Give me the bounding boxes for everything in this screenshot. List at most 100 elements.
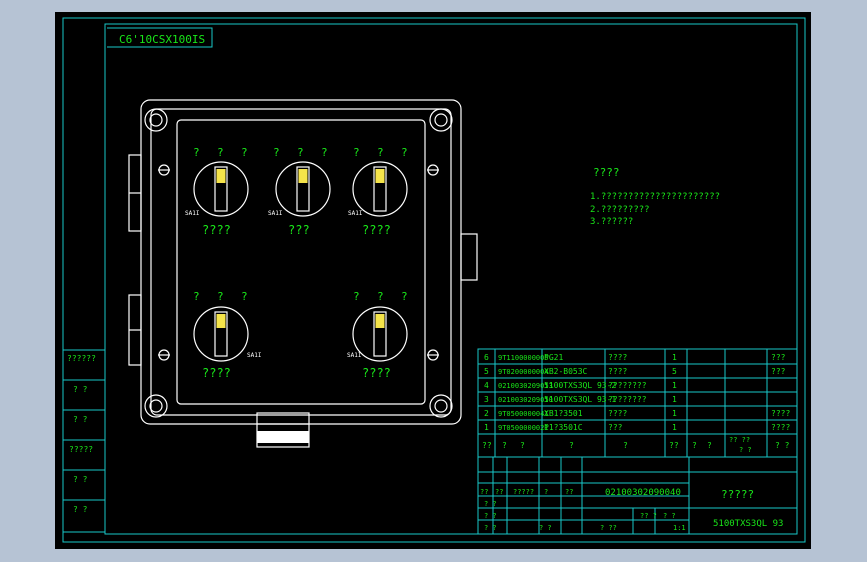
switch-label: ???? <box>362 366 391 380</box>
position-mark: ? <box>217 146 224 159</box>
bom-header-cell: ? <box>623 441 628 450</box>
notes-title: ???? <box>593 166 620 179</box>
bom-cell-note: ??? <box>771 353 786 362</box>
position-mark: ? <box>353 290 360 303</box>
bom-cell-name: ???????? <box>608 381 647 390</box>
position-mark: ? <box>241 290 248 303</box>
scale-cell: ? ? <box>663 512 676 520</box>
position-mark: ? <box>273 146 280 159</box>
position-mark: ? <box>217 290 224 303</box>
bom-cell-model: XB1?3501 <box>544 409 583 418</box>
bom-cell-no: 4 <box>484 381 489 390</box>
bom-cell-name: ??? <box>608 423 623 432</box>
bom-header-cell: ?? ?? <box>729 436 750 444</box>
bom-cell-qty: 5 <box>672 367 677 376</box>
bom-header-cell: ? ? <box>739 446 752 454</box>
sign-cell: ? ? <box>484 500 497 508</box>
bom-header-cell: ?? <box>482 441 492 450</box>
scale-cell: ?? ? <box>640 512 657 520</box>
switch-label: ???? <box>362 223 391 237</box>
bom-cell-qty: 1 <box>672 381 677 390</box>
rotary-switch <box>352 161 408 217</box>
position-mark: ? <box>401 146 408 159</box>
bom-header-cell: ? <box>707 441 712 450</box>
scale-cell: 1:1 <box>673 524 686 532</box>
left-strip-cell: ?????? <box>67 354 96 363</box>
bom-header-cell: ?? <box>669 441 679 450</box>
position-mark: ? <box>321 146 328 159</box>
switch-label: ??? <box>288 223 310 237</box>
bom-cell-code: 9T0200000004 <box>498 368 549 376</box>
rotary-switch <box>193 306 249 362</box>
drawing-number: 02100302090040 <box>605 488 681 498</box>
bom-cell-name: ???????? <box>608 395 647 404</box>
bom-cell-no: 1 <box>484 423 489 432</box>
sign-cell: ? ? <box>539 524 552 532</box>
sign-cell: ? ? <box>484 512 497 520</box>
bom-cell-model: PG21 <box>544 353 563 362</box>
bom-header-cell: ? <box>502 441 507 450</box>
scale-cell: ? ?? <box>600 524 617 532</box>
position-mark: ? <box>297 146 304 159</box>
bom-cell-no: 6 <box>484 353 489 362</box>
bom-cell-name: ???? <box>608 367 627 376</box>
rotary-switch <box>275 161 331 217</box>
bom-cell-model: 5100TXS3QL 93-2 <box>544 381 616 390</box>
position-mark: ? <box>377 146 384 159</box>
left-strip: ?????? ? ? ? ? ????? ? ? ? ? <box>63 349 105 533</box>
switch-tag: SA1I <box>347 352 362 359</box>
bom-header-cell: ? <box>569 441 574 450</box>
bom-cell-qty: 1 <box>672 409 677 418</box>
bom-cell-note: ???? <box>771 409 790 418</box>
left-strip-cell: ? ? <box>73 475 88 484</box>
switch-label: ???? <box>202 366 231 380</box>
drawing-model: 5100TXS3QL 93 <box>713 519 783 529</box>
position-mark: ? <box>193 290 200 303</box>
notes-line: 3.?????? <box>590 217 633 227</box>
bom-header-cell: ? ? <box>775 441 790 450</box>
notes-line: 2.????????? <box>590 205 650 215</box>
position-mark: ? <box>401 290 408 303</box>
position-mark: ? <box>193 146 200 159</box>
bom-cell-model: P1?3501C <box>544 423 583 432</box>
cad-drawing: C6'10CSX100IS ?????? ? ? ? ? ????? ? ? ?… <box>62 17 806 543</box>
notes-line: 1.?????????????????????? <box>590 192 720 202</box>
sign-cell: ?? <box>480 488 488 496</box>
bom-cell-no: 3 <box>484 395 489 404</box>
bom-cell-code: 9T0500000021 <box>498 424 549 432</box>
bom-cell-qty: 1 <box>672 423 677 432</box>
bom-cell-code: 9T1100000005 <box>498 354 549 362</box>
switch-tag: SA1I <box>185 210 200 217</box>
bom-cell-name: ???? <box>608 409 627 418</box>
position-mark: ? <box>353 146 360 159</box>
outer-frame <box>62 17 806 543</box>
bom-cell-model: XB2-B053C <box>544 367 588 376</box>
switch-tag: SA1I <box>348 210 363 217</box>
left-strip-cell: ? ? <box>73 385 88 394</box>
switch-tag: SA1I <box>268 210 283 217</box>
switch-tag: SA1I <box>247 352 262 359</box>
sign-cell: ? ? <box>484 524 497 532</box>
position-mark: ? <box>241 146 248 159</box>
left-strip-cell: ? ? <box>73 415 88 424</box>
drawing-sheet: C6'10CSX100IS ?????? ? ? ? ? ????? ? ? ?… <box>55 12 811 549</box>
drawing-title: ????? <box>721 488 754 501</box>
position-mark: ? <box>377 290 384 303</box>
rotary-switch <box>193 161 249 217</box>
bom-cell-no: 5 <box>484 367 489 376</box>
bom-cell-model: 5100TXS3QL 93-1 <box>544 395 616 404</box>
bom-cell-note: ???? <box>771 423 790 432</box>
earth-terminal-icon <box>158 164 439 361</box>
bom-header-cell: ? <box>692 441 697 450</box>
code-tab-text: C6'10CSX100IS <box>119 33 205 46</box>
cable-gland <box>257 431 309 443</box>
bom-cell-no: 2 <box>484 409 489 418</box>
sign-cell: ?? <box>495 488 503 496</box>
left-strip-cell: ? ? <box>73 505 88 514</box>
bom-header-cell: ? <box>520 441 525 450</box>
bom-cell-qty: 1 <box>672 395 677 404</box>
sign-cell: ? <box>544 488 548 496</box>
bom-cell-note: ??? <box>771 367 786 376</box>
switch-label: ???? <box>202 223 231 237</box>
bom-cell-name: ???? <box>608 353 627 362</box>
